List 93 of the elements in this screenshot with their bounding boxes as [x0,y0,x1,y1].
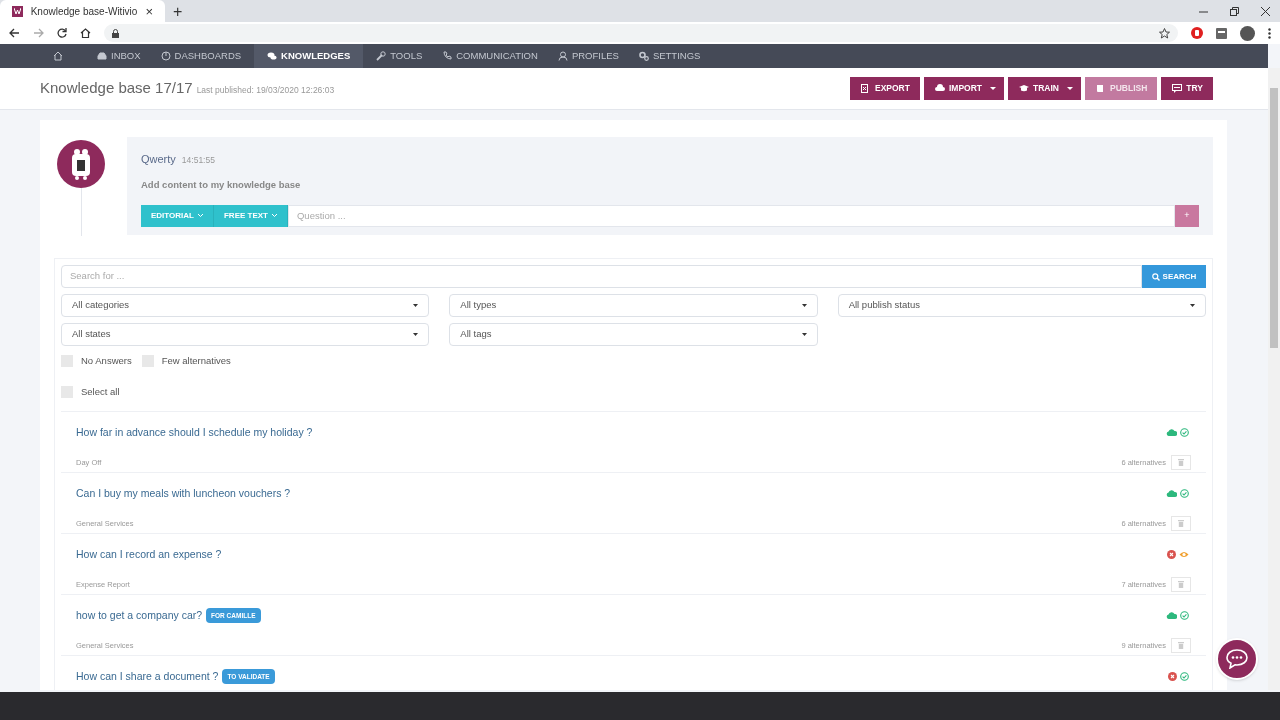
filter-dropdown[interactable]: All publish status [837,294,1206,317]
checkbox-label: Few alternatives [161,354,231,368]
trash-icon [1178,642,1184,650]
nav-tab[interactable]: INBOX [90,44,148,68]
last-published-text: Last published: 19/03/2020 12:26:03 [196,83,335,97]
browser-tab[interactable]: Knowledge base-Witivio × [0,0,165,22]
question-link[interactable]: how to get a company car? [76,607,203,624]
search-icon [1151,272,1160,281]
message-text: Add content to my knowledge base [141,177,302,192]
filter-dropdown[interactable]: All categories [61,294,430,317]
action-button[interactable]: TRY [1161,77,1213,100]
gauge-icon [160,51,171,61]
forward-arrow-icon [33,28,44,38]
action-button[interactable]: IMPORT [923,77,982,100]
close-icon [1261,6,1270,16]
checkbox-label: No Answers [81,354,132,368]
cloud-icon [1166,610,1177,620]
nav-tab[interactable]: SETTINGS [631,44,708,68]
graduation-cap-icon [1019,84,1029,93]
trash-icon [1178,581,1184,589]
cloud-icon [1166,488,1177,498]
search-field[interactable]: Search for ... [61,265,1142,288]
document-x-icon [861,84,871,93]
check-circle-icon [1180,488,1189,498]
delete-button[interactable] [1171,577,1191,593]
trash-icon [1178,459,1184,467]
nav-tab[interactable]: PROFILES [550,44,626,68]
trash-icon [1178,520,1184,528]
tray-icon [97,51,107,61]
reload-icon [57,28,67,38]
speech-bubble-icon [1226,649,1248,669]
cloud-upload-icon [934,84,945,93]
delete-button[interactable] [1171,516,1191,532]
wrench-icon [376,51,387,61]
question-link[interactable]: Can I buy my meals with luncheon vouchers ? [76,485,291,502]
new-tab-button[interactable]: + [173,4,183,20]
chat-bubbles-icon [267,51,278,61]
chevron-down-icon [197,214,203,218]
x-circle-icon [1168,671,1177,681]
book-icon [1096,84,1106,93]
restore-icon [1230,6,1239,16]
address-field[interactable] [104,24,1178,42]
delete-button[interactable] [1171,638,1191,654]
filter-dropdown[interactable]: All tags [449,323,818,346]
tab-close-button[interactable]: × [145,4,153,18]
filter-dropdown[interactable]: All types [449,294,818,317]
cloud-icon [1166,427,1177,437]
profile-avatar[interactable] [1240,25,1255,41]
menu-dots-icon [1268,27,1271,39]
x-circle-icon [1167,549,1176,559]
check-circle-icon [1180,610,1189,620]
caret-icon [801,333,807,336]
delete-button[interactable] [1171,455,1191,471]
back-arrow-icon [9,28,20,38]
eye-icon [1179,549,1189,559]
page-title: Knowledge base 17/17 [40,78,193,99]
question-link[interactable]: How can I record an expense ? [76,546,222,563]
caret-icon [1067,87,1073,90]
bot-name: Qwerty [141,152,176,167]
check-circle-icon [1180,427,1189,437]
caret-icon [990,87,996,90]
caret-icon [801,304,807,307]
chat-launcher-button[interactable] [1216,638,1258,680]
nav-tab[interactable]: DASHBOARDS [153,44,249,68]
action-button[interactable]: EXPORT [850,77,920,100]
tab-title: Knowledge base-Witivio [30,4,138,19]
chat-lines-icon [1172,84,1183,93]
message-time: 14:51:55 [181,154,215,167]
checkbox-label: Select all [81,385,120,400]
check-circle-icon [1180,671,1189,681]
nav-tab[interactable]: KNOWLEDGES [254,44,364,68]
chevron-down-icon [272,214,277,218]
caret-icon [413,333,419,336]
question-link[interactable]: How can I share a document ? [76,668,219,685]
filter-dropdown[interactable]: All states [61,323,430,346]
question-link[interactable]: How far in advance should I schedule my holiday ? [76,424,313,441]
lock-icon [112,28,119,38]
inbox-tray-icon [1216,27,1227,39]
caret-icon [1190,304,1195,307]
nav-tab[interactable]: TOOLS [369,44,430,68]
robot-avatar-icon [57,140,105,188]
action-button[interactable]: TRAIN [1008,77,1059,100]
home-icon [53,51,63,61]
person-icon [557,51,568,61]
phone-icon [442,51,453,61]
caret-icon [413,304,419,307]
gears-icon [638,51,649,61]
star-icon [1159,27,1170,39]
question-input[interactable]: Question ... [288,204,1175,227]
nav-tab[interactable]: COMMUNICATION [435,44,545,68]
scrollbar[interactable] [1268,68,1280,690]
home-icon [80,28,91,38]
stop-hand-icon [1191,27,1203,39]
